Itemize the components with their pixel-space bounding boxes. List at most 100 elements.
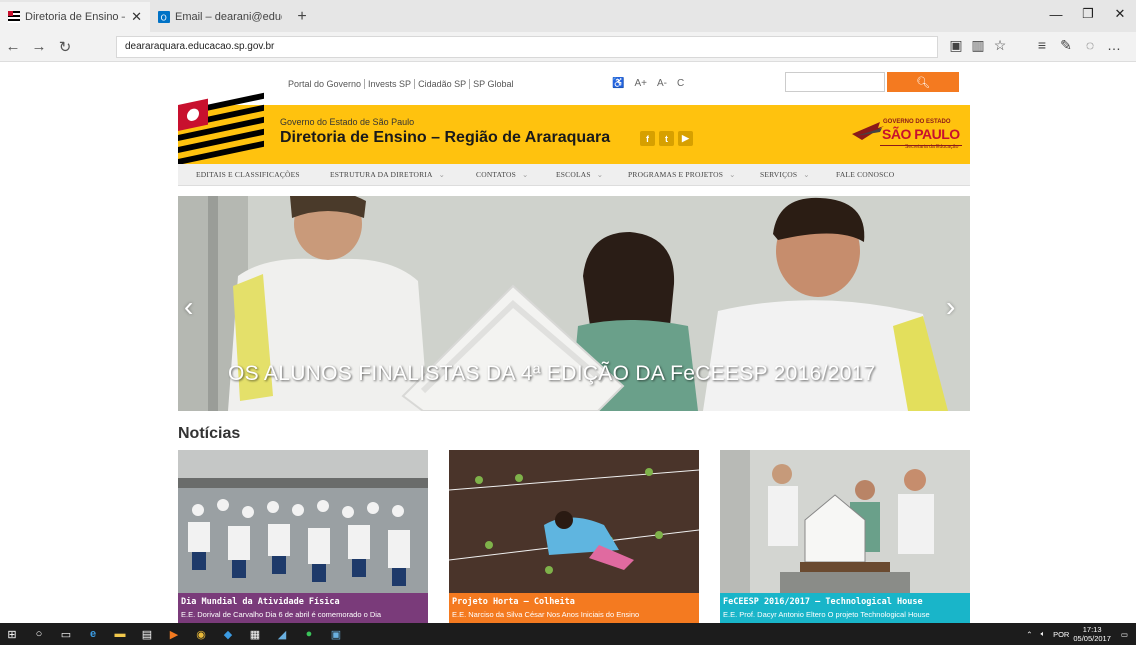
book-icon[interactable]: ▥: [967, 37, 989, 54]
accessibility-icon[interactable]: ♿: [612, 78, 624, 89]
link-portal-governo[interactable]: Portal do Governo: [285, 79, 366, 89]
notifications-icon[interactable]: ▭: [1121, 630, 1128, 639]
language-indicator[interactable]: POR: [1053, 630, 1069, 639]
menu-escolas[interactable]: ESCOLAS ⌄: [556, 170, 603, 179]
media-icon[interactable]: ▶: [162, 623, 186, 645]
logo-main-text: SÃO PAULO: [882, 126, 960, 142]
news-caption: Projeto Horta – Colheita E.E. Narciso da…: [449, 593, 699, 623]
reading-view-icon[interactable]: ▣: [945, 37, 967, 54]
clock[interactable]: 17:13 05/05/2017: [1073, 625, 1111, 643]
news-card-3[interactable]: FeCEESP 2016/2017 – Technological House …: [720, 450, 970, 623]
logo-sub-text: Secretaria da Educação: [905, 144, 959, 150]
tab-email[interactable]: O Email – dearani@educacao: [150, 2, 290, 32]
news-photo-gym: [178, 450, 428, 593]
menu-contatos[interactable]: CONTATOS ⌄: [476, 170, 529, 179]
tab-diretoria[interactable]: Diretoria de Ensino – Re ✕: [0, 2, 150, 32]
app2-icon[interactable]: ◢: [270, 623, 294, 645]
chrome-icon[interactable]: ◉: [189, 623, 213, 645]
forward-icon[interactable]: →: [26, 38, 52, 55]
link-invests-sp[interactable]: Invests SP: [365, 79, 416, 89]
cortana-icon[interactable]: ○: [27, 623, 51, 645]
news-headline[interactable]: Dia Mundial da Atividade Física: [181, 597, 424, 607]
file-explorer-icon[interactable]: ▬: [108, 623, 132, 645]
font-decrease[interactable]: A-: [657, 78, 667, 89]
taskbar: ⊞ ○ ▭ e ▬ ▤ ▶ ◉ ◆ ▦ ◢ ● ▣ ⌃ 🔈︎ POR 17:13…: [0, 623, 1136, 645]
taskbar-icons: ⊞ ○ ▭ e ▬ ▤ ▶ ◉ ◆ ▦ ◢ ● ▣: [0, 623, 351, 645]
twitter-icon[interactable]: t: [659, 131, 674, 146]
menu-programas[interactable]: PROGRAMAS E PROJETOS ⌄: [628, 170, 736, 179]
refresh-icon[interactable]: ↻: [52, 38, 78, 56]
back-icon[interactable]: ←: [0, 38, 26, 55]
chevron-down-icon: ⌄: [438, 170, 446, 179]
link-cidadao-sp[interactable]: Cidadão SP: [415, 79, 471, 89]
contrast-toggle[interactable]: C: [677, 78, 684, 89]
search-input[interactable]: [785, 72, 885, 92]
chevron-down-icon: ⌄: [522, 170, 529, 179]
whatsapp-icon[interactable]: ●: [297, 623, 321, 645]
social-links: f t ▶: [640, 131, 693, 146]
news-summary: E.E. Narciso da Silva César Nos Anos Ini…: [452, 610, 640, 619]
news-section-title: Notícias: [178, 425, 241, 442]
new-tab-button[interactable]: +: [290, 2, 314, 32]
menu-estrutura[interactable]: ESTRUTURA DA DIRETORIA ⌄: [330, 170, 445, 179]
minimize-icon[interactable]: —: [1040, 0, 1072, 28]
news-summary: E.E. Dorival de Carvalho Dia 6 de abril …: [181, 610, 382, 619]
news-card-2[interactable]: Projeto Horta – Colheita E.E. Narciso da…: [449, 450, 699, 623]
news-card-1[interactable]: Dia Mundial da Atividade Física E.E. Dor…: [178, 450, 428, 623]
system-tray: ⌃ 🔈︎ POR 17:13 05/05/2017 ▭: [1022, 623, 1136, 645]
store-icon[interactable]: ▤: [135, 623, 159, 645]
menu-fale-conosco[interactable]: FALE CONOSCO: [836, 170, 894, 179]
restore-icon[interactable]: ❐: [1072, 0, 1104, 28]
web-page: Portal do Governo Invests SP Cidadão SP …: [0, 62, 1136, 623]
youtube-icon[interactable]: ▶: [678, 131, 693, 146]
task-view-icon[interactable]: ▭: [54, 623, 78, 645]
news-headline[interactable]: Projeto Horta – Colheita: [452, 597, 695, 607]
menu-servicos[interactable]: SERVIÇOS ⌄: [760, 170, 810, 179]
share-icon[interactable]: ◌: [1078, 37, 1102, 54]
hub-icon[interactable]: ≡: [1030, 37, 1054, 54]
windows-start-icon[interactable]: ⊞: [0, 623, 24, 645]
photos-icon[interactable]: ▣: [324, 623, 348, 645]
slider-prev-icon[interactable]: ‹: [184, 291, 193, 323]
screen: Diretoria de Ensino – Re ✕ O Email – dea…: [0, 0, 1136, 645]
font-increase[interactable]: A+: [634, 78, 647, 89]
outlook-favicon-icon: O: [158, 11, 170, 23]
close-window-icon[interactable]: ✕: [1104, 0, 1136, 28]
search-icon: 🔍︎: [916, 76, 930, 89]
address-actions: ▣ ▥ ☆: [945, 37, 1011, 54]
web-note-icon[interactable]: ✎: [1054, 37, 1078, 54]
logo-top-text: GOVERNO DO ESTADO: [883, 119, 951, 125]
edge-icon[interactable]: e: [81, 623, 105, 645]
facebook-icon[interactable]: f: [640, 131, 655, 146]
svg-text:O: O: [161, 14, 167, 23]
app-icon[interactable]: ◆: [216, 623, 240, 645]
news-caption: Dia Mundial da Atividade Física E.E. Dor…: [178, 593, 428, 623]
browser-tab-bar: Diretoria de Ensino – Re ✕ O Email – dea…: [0, 0, 1136, 32]
slider-next-icon[interactable]: ›: [946, 291, 955, 323]
browser-actions: ≡ ✎ ◌ …: [1030, 37, 1126, 54]
address-bar-row: ← → ↻ deararaquara.educacao.sp.gov.br ▣ …: [0, 32, 1136, 62]
chevron-down-icon: ⌄: [803, 170, 810, 179]
tray-chevron-icon[interactable]: ⌃: [1026, 630, 1032, 639]
hero-slider[interactable]: OS ALUNOS FINALISTAS DA 4ª EDIÇÃO DA FeC…: [178, 196, 970, 411]
sp-flag-favicon-icon: [8, 11, 20, 23]
volume-icon[interactable]: 🔈︎: [1041, 629, 1046, 639]
chevron-down-icon: ⌄: [596, 170, 604, 179]
link-sp-global[interactable]: SP Global: [470, 79, 516, 89]
accessibility-tools: ♿ A+ A- C: [612, 78, 694, 89]
menu-editais[interactable]: EDITAIS E CLASSIFICAÇÕES: [196, 170, 300, 179]
slide-caption: OS ALUNOS FINALISTAS DA 4ª EDIÇÃO DA FeC…: [228, 362, 876, 385]
search-button[interactable]: 🔍︎: [887, 72, 959, 92]
main-menu: EDITAIS E CLASSIFICAÇÕES ESTRUTURA DA DI…: [178, 164, 970, 186]
news-caption: FeCEESP 2016/2017 – Technological House …: [720, 593, 970, 623]
url-field[interactable]: deararaquara.educacao.sp.gov.br: [116, 36, 938, 58]
favorite-star-icon[interactable]: ☆: [989, 37, 1011, 54]
close-tab-icon[interactable]: ✕: [131, 9, 142, 25]
tab-title: Email – dearani@educacao: [175, 11, 282, 23]
news-photo-house: [720, 450, 970, 593]
tab-title: Diretoria de Ensino – Re: [25, 11, 125, 23]
more-icon[interactable]: …: [1102, 37, 1126, 54]
news-headline[interactable]: FeCEESP 2016/2017 – Technological House: [723, 597, 966, 607]
news-photo-garden: [449, 450, 699, 593]
calculator-icon[interactable]: ▦: [243, 623, 267, 645]
